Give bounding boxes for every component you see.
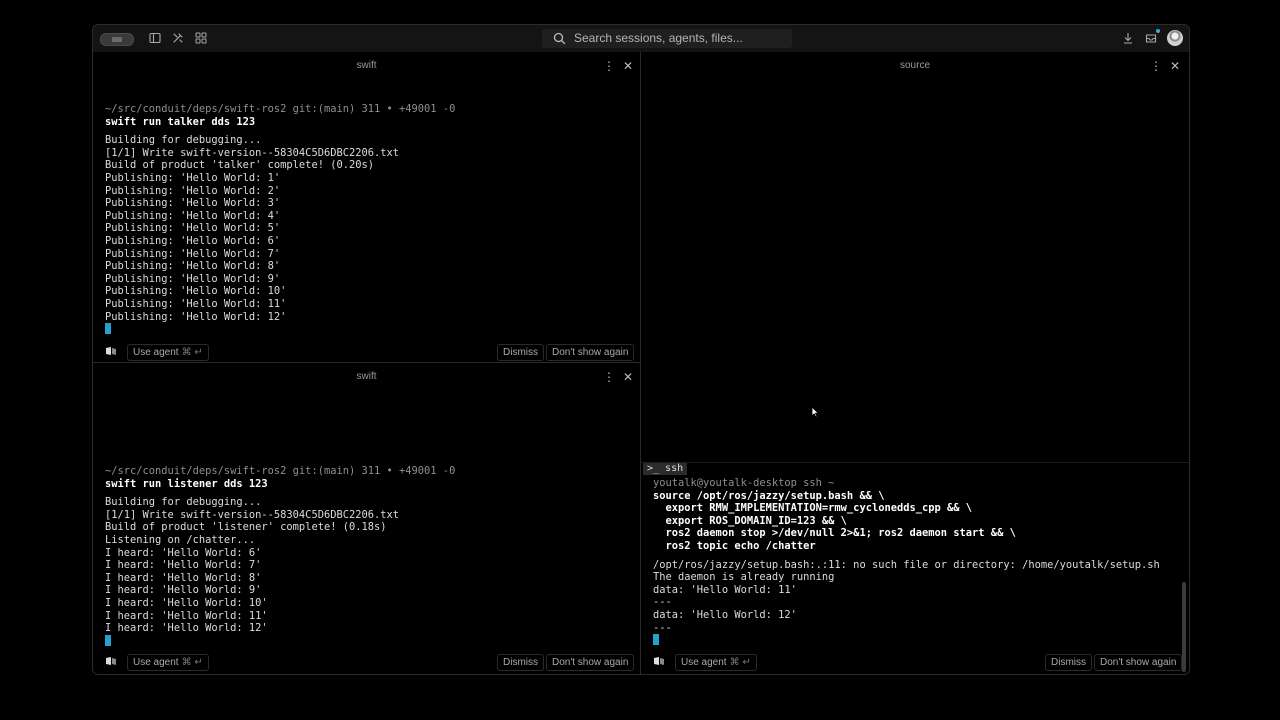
notification-dot [1156,29,1160,33]
terminal-command: source /opt/ros/jazzy/setup.bash && \ ex… [653,489,1016,552]
window-toggle-icon[interactable] [100,33,134,46]
close-icon[interactable]: ✕ [622,58,634,74]
app-window: Search sessions, agents, files... swift … [92,24,1190,675]
agent-prompt-bar: Use agent ⌘ ↵ Dismiss Don't show again [641,651,1189,673]
keyboard-shortcut: ⌘ ↵ [181,347,203,358]
agent-logo-icon [654,657,664,665]
use-agent-button[interactable]: Use agent ⌘ ↵ [127,344,209,361]
top-bar: Search sessions, agents, files... [93,25,1189,53]
terminal-output[interactable]: youtalk@youtalk-desktop ssh ~ source /op… [653,477,1160,647]
tools-icon[interactable] [171,31,185,45]
command-output: Building for debugging... [1/1] Write sw… [105,496,400,635]
terminal-command: swift run listener dds 123 [105,477,268,490]
search-icon [553,32,566,45]
terminal-cursor [105,634,111,646]
command-output: /opt/ros/jazzy/setup.bash:.:11: no such … [653,558,1160,634]
pane-talker: swift ⋮ ✕ ~/src/conduit/deps/swift-ros2 … [93,52,640,362]
terminal-cursor [653,634,659,646]
search-bar[interactable]: Search sessions, agents, files... [542,29,792,48]
mouse-pointer-icon [811,406,819,418]
dismiss-button[interactable]: Dismiss [1045,654,1092,671]
dismiss-button[interactable]: Dismiss [497,654,544,671]
agent-prompt-bar: Use agent ⌘ ↵ Dismiss Don't show again [93,651,640,673]
dont-show-again-button[interactable]: Don't show again [546,344,635,361]
sidebar-icon[interactable] [148,31,162,45]
terminal-command: swift run talker dds 123 [105,115,256,128]
dont-show-again-button[interactable]: Don't show again [1094,654,1183,671]
pane-title: source [899,60,930,71]
ssh-tab[interactable]: >_ ssh [643,463,688,475]
inbox-icon[interactable] [1144,31,1158,45]
agent-logo-icon [106,347,116,355]
use-agent-button[interactable]: Use agent ⌘ ↵ [675,654,757,671]
grid-icon[interactable] [194,31,208,45]
search-input[interactable]: Search sessions, agents, files... [574,31,743,45]
pane-title: swift [356,371,377,382]
terminal-prompt: ~/src/conduit/deps/swift-ros2 git:(main)… [105,103,456,115]
close-icon[interactable]: ✕ [622,369,634,385]
command-output: Building for debugging... [1/1] Write sw… [105,134,400,323]
close-icon[interactable]: ✕ [1169,58,1181,74]
terminal-prompt: youtalk@youtalk-desktop ssh ~ [653,477,835,489]
download-icon[interactable] [1121,31,1135,45]
pane-title: swift [356,60,377,71]
agent-prompt-bar: Use agent ⌘ ↵ Dismiss Don't show again [93,341,640,363]
terminal-cursor [105,323,111,335]
dismiss-button[interactable]: Dismiss [497,344,544,361]
use-agent-button[interactable]: Use agent ⌘ ↵ [127,654,209,671]
more-options-icon[interactable]: ⋮ [603,369,615,385]
more-options-icon[interactable]: ⋮ [1150,58,1162,74]
more-options-icon[interactable]: ⋮ [603,58,615,74]
dont-show-again-button[interactable]: Don't show again [546,654,635,671]
keyboard-shortcut: ⌘ ↵ [181,657,203,668]
keyboard-shortcut: ⌘ ↵ [729,657,751,668]
agent-logo-icon [106,657,116,665]
terminal-prompt: ~/src/conduit/deps/swift-ros2 git:(main)… [105,465,456,477]
terminal-output[interactable]: ~/src/conduit/deps/swift-ros2 git:(main)… [105,465,455,647]
terminal-output[interactable]: ~/src/conduit/deps/swift-ros2 git:(main)… [105,103,455,336]
avatar[interactable] [1167,30,1183,46]
pane-listener: swift ⋮ ✕ ~/src/conduit/deps/swift-ros2 … [93,363,640,674]
pane-divider [641,462,1189,463]
